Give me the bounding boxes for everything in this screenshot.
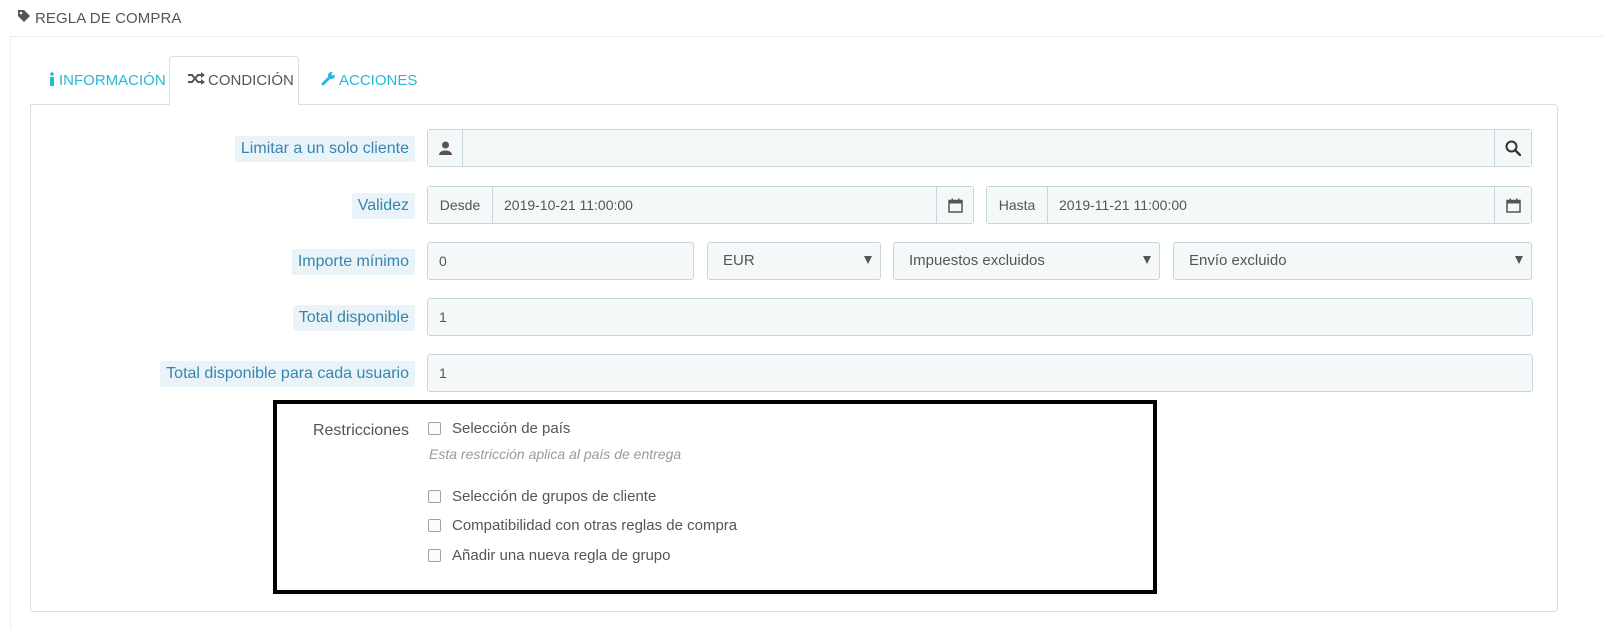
minimum-amount-label: Importe mínimo [291, 249, 415, 275]
random-icon [188, 72, 208, 89]
panel-header: REGLA DE COMPRA [10, 0, 1603, 37]
shipping-value: Envío excluido [1189, 252, 1287, 269]
tag-icon [17, 9, 35, 28]
calendar-icon[interactable] [1494, 187, 1531, 223]
total-available-label: Total disponible [292, 305, 415, 331]
total-per-user-label: Total disponible para cada usuario [160, 361, 415, 387]
total-per-user-value: 1 [439, 365, 447, 381]
search-icon[interactable] [1494, 130, 1531, 166]
validity-label: Validez [351, 193, 415, 219]
total-available-input[interactable]: 1 [427, 298, 1533, 336]
to-addon: Hasta [987, 187, 1048, 223]
calendar-icon[interactable] [936, 187, 973, 223]
highlight-box [273, 400, 1157, 594]
minimum-amount-value: 0 [439, 253, 447, 269]
minimum-amount-input[interactable]: 0 [427, 242, 694, 280]
chevron-down-icon [864, 256, 872, 264]
tab-bar: INFORMACIÓN CONDICIÓN ACCIONES [30, 56, 423, 105]
tab-label: ACCIONES [339, 72, 418, 89]
user-icon [428, 130, 463, 166]
tax-select[interactable]: Impuestos excluidos [893, 242, 1160, 280]
wrench-icon [321, 71, 339, 90]
customer-field-group [427, 129, 1532, 167]
date-from-input[interactable]: 2019-10-21 11:00:00 [493, 187, 936, 223]
currency-select[interactable]: EUR [707, 242, 881, 280]
chevron-down-icon [1515, 256, 1523, 264]
tab-acciones[interactable]: ACCIONES [299, 56, 423, 105]
tab-label: INFORMACIÓN [59, 72, 166, 89]
date-from-group: Desde 2019-10-21 11:00:00 [427, 186, 974, 224]
currency-value: EUR [723, 252, 755, 269]
total-per-user-input[interactable]: 1 [427, 354, 1533, 392]
tab-informacion[interactable]: INFORMACIÓN [30, 56, 169, 105]
customer-label: Limitar a un solo cliente [234, 136, 415, 162]
shipping-select[interactable]: Envío excluido [1173, 242, 1532, 280]
date-to-input[interactable]: 2019-11-21 11:00:00 [1048, 187, 1495, 223]
panel-title: REGLA DE COMPRA [35, 9, 182, 27]
panel-left-border [10, 37, 11, 629]
info-icon [48, 71, 59, 90]
tab-label: CONDICIÓN [208, 72, 294, 89]
chevron-down-icon [1143, 256, 1151, 264]
customer-input[interactable] [463, 130, 1495, 166]
date-to-group: Hasta 2019-11-21 11:00:00 [986, 186, 1532, 224]
tax-value: Impuestos excluidos [909, 252, 1045, 269]
from-addon: Desde [428, 187, 493, 223]
tab-condicion[interactable]: CONDICIÓN [169, 56, 299, 105]
total-available-value: 1 [439, 309, 447, 325]
